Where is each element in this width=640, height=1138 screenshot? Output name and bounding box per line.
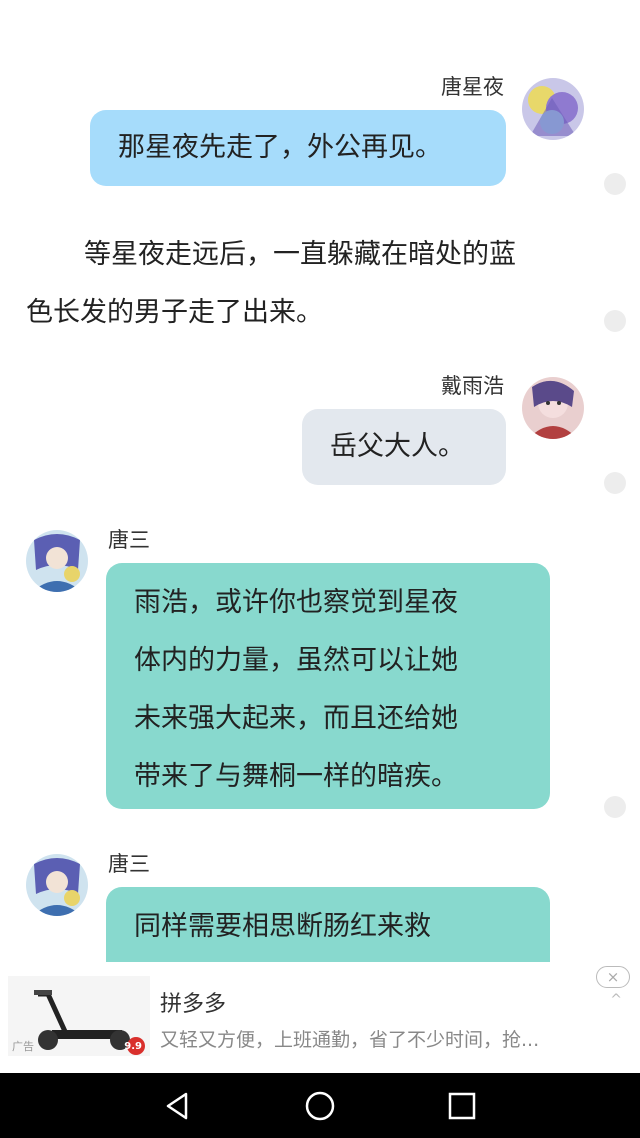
message-line: 雨浩，或许你也察觉到星夜 [134,587,458,618]
message-bubble[interactable]: 岳父大人。 [302,409,506,485]
ad-price: 9.9 [124,1041,142,1052]
close-icon[interactable]: × [596,966,630,988]
narration-line: 色长发的男子走了出来。 [26,297,323,328]
ad-banner[interactable]: 广告 9.9 拼多多 又轻又方便，上班通勤，省了不少时间，抢... × ^ [0,962,640,1073]
chevron-up-icon[interactable]: ^ [610,992,622,1008]
comment-dot[interactable] [604,472,626,494]
system-nav-bar [0,1073,640,1138]
avatar-tang-san[interactable] [26,854,88,916]
back-icon[interactable] [162,1090,194,1122]
reader-screen: 唐星夜 那星夜先走了，外公再见。 等星夜走远后，一直躲藏在暗处的蓝 色长发的男子… [0,0,640,1073]
narration-text: 等星夜走远后，一直躲藏在暗处的蓝 色长发的男子走了出来。 [26,226,586,342]
recent-apps-icon[interactable] [446,1090,478,1122]
ad-description[interactable]: 又轻又方便，上班通勤，省了不少时间，抢... [160,1025,590,1052]
ad-label: 广告 [12,1040,34,1053]
ad-thumbnail[interactable]: 广告 9.9 [8,976,150,1056]
message-line: 同样需要相思断肠红来救 [134,911,431,942]
ad-title[interactable]: 拼多多 [160,986,226,1018]
speaker-name: 唐星夜 [441,75,504,99]
narration-line: 等星夜走远后，一直躲藏在暗处的蓝 [84,239,516,270]
speaker-name: 唐三 [108,528,150,552]
message-line: 未来强大起来，而且还给她 [134,703,458,734]
avatar-dai-yuhao[interactable] [522,377,584,439]
message-line: 带来了与舞桐一样的暗疾。 [134,761,458,792]
comment-dot[interactable] [604,173,626,195]
comment-dot[interactable] [604,310,626,332]
message-line: 体内的力量，虽然可以让她 [134,645,458,676]
message-bubble[interactable]: 雨浩，或许你也察觉到星夜 体内的力量，虽然可以让她 未来强大起来，而且还给她 带… [106,563,550,809]
home-icon[interactable] [304,1090,336,1122]
speaker-name: 唐三 [108,852,150,876]
avatar-tang-san[interactable] [26,530,88,592]
comment-dot[interactable] [604,796,626,818]
avatar-tang-xingye[interactable] [522,78,584,140]
speaker-name: 戴雨浩 [441,374,504,398]
message-bubble[interactable]: 那星夜先走了，外公再见。 [90,110,506,186]
